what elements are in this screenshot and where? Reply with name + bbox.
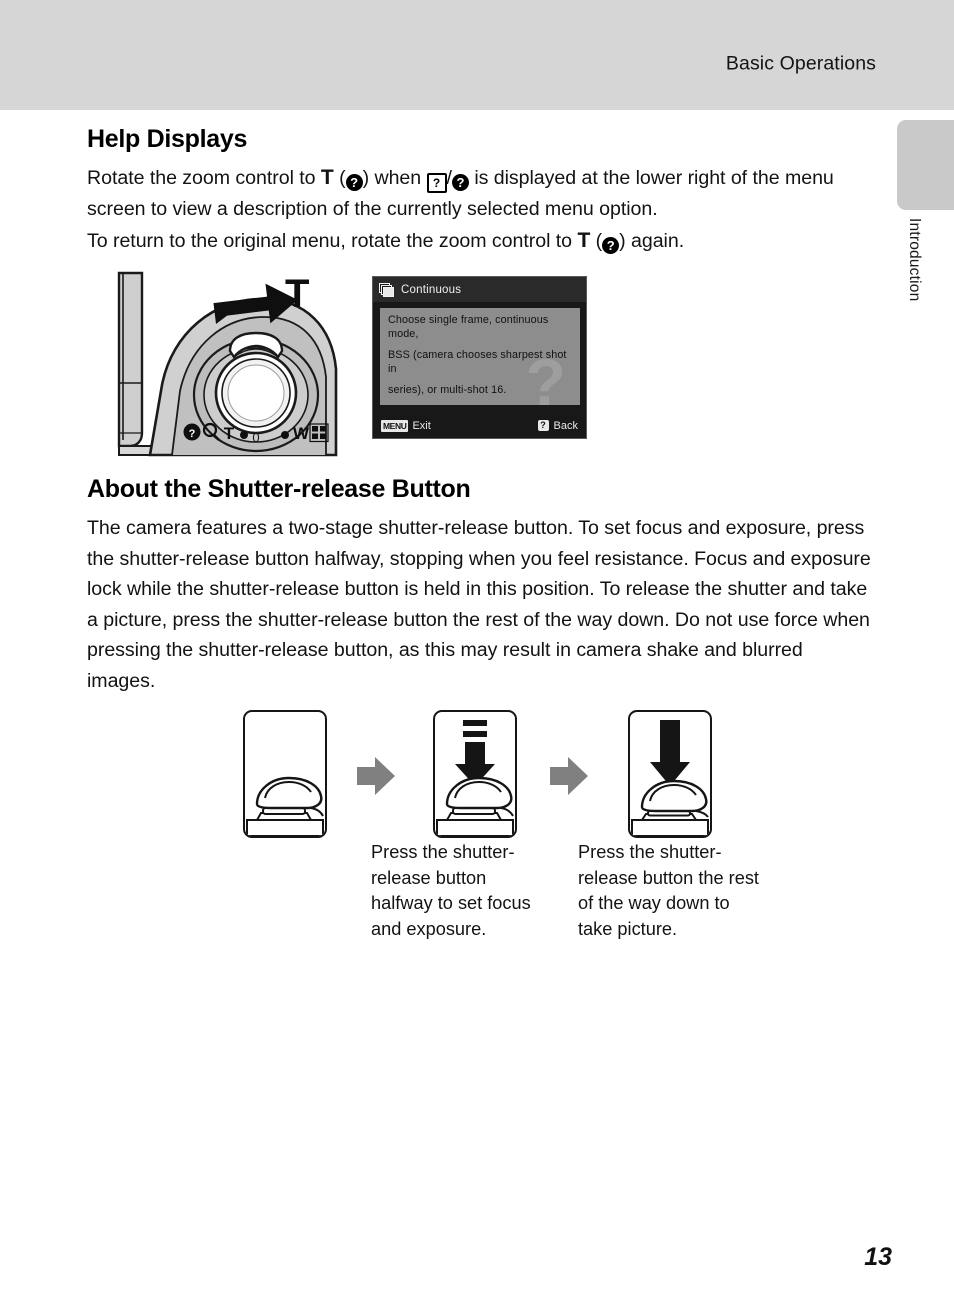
help-text-frag-4: is displayed at the lower right of	[468, 167, 748, 189]
panel-press-halfway	[433, 710, 517, 838]
side-tab-chapter-marker	[897, 120, 954, 210]
page-header-band: Basic Operations	[0, 0, 954, 110]
svg-text:0: 0	[252, 430, 259, 445]
svg-text:T: T	[224, 424, 235, 443]
paragraph-shutter-release-1: The camera features a two-stage shutter-…	[87, 517, 871, 692]
svg-text:?: ?	[189, 428, 196, 440]
help-text-frag-3: ) when	[362, 167, 427, 189]
caption-halfway-line-4: and exposure.	[371, 918, 487, 939]
help-question-circle-icon: ?	[345, 174, 363, 191]
caption-halfway-line-1: Press the shutter-	[371, 842, 515, 862]
help-question-circle-icon-3: ?	[602, 237, 620, 254]
zoom-control-t-label: T	[320, 166, 334, 189]
svg-text:W: W	[293, 424, 310, 443]
paragraph-help-displays-1: Rotate the zoom control to T (?) when ? /…	[87, 163, 862, 224]
question-button-badge: ?	[537, 420, 549, 431]
zoom-control-t-label-2: T	[577, 229, 591, 252]
lcd-menu-title: Continuous	[401, 283, 462, 296]
help-text-frag-1: Rotate the zoom control to	[87, 167, 321, 189]
lcd-exit-label: Exit	[412, 419, 431, 432]
help-p2-frag-1: To return to the original menu, rotate t…	[87, 230, 578, 252]
stacked-frames-icon	[379, 282, 395, 297]
caption-full-line-2: release button the rest	[578, 867, 759, 888]
caption-full-line-3: of the way down to	[578, 893, 730, 913]
help-p2-frag-3: ) again.	[619, 230, 685, 252]
lcd-question-watermark-icon: ?	[525, 345, 566, 419]
help-question-circle-icon-2: ?	[451, 174, 469, 191]
lcd-footer-bar: MENU Exit ? Back	[373, 413, 586, 438]
page-number: 13	[864, 1243, 892, 1271]
help-p2-frag-2: (	[590, 230, 603, 252]
camera-zoom-control-figure: 0 ? T W T	[110, 265, 340, 463]
shutter-press-sequence	[0, 705, 954, 845]
panel-press-full	[628, 710, 712, 838]
side-tab-label-introduction: Introduction	[906, 218, 923, 302]
help-text-frag-slash: /	[446, 167, 452, 189]
lcd-help-text-area: Choose single frame, continuous mode, BS…	[380, 308, 580, 415]
caption-full-line-1: Press the shutter-	[578, 842, 722, 862]
menu-button-badge: MENU	[381, 419, 409, 432]
panel-finger-resting	[243, 710, 327, 838]
caption-halfway-line-2: release button	[371, 867, 487, 888]
lcd-help-display-screenshot: Continuous Choose single frame, continuo…	[372, 276, 587, 439]
help-question-square-icon: ?	[426, 173, 447, 193]
lcd-titlebar: Continuous	[373, 277, 586, 302]
caption-halfway-line-3: halfway to set focus	[371, 893, 531, 913]
caption-full-line-4: take picture.	[578, 918, 678, 939]
heading-help-displays: Help Displays	[87, 125, 248, 153]
caption-press-full: Press the shutter- release button the re…	[578, 840, 788, 942]
heading-about-shutter-release-button: About the Shutter-release Button	[87, 475, 471, 503]
caption-press-halfway: Press the shutter- release button halfwa…	[371, 840, 556, 942]
paragraph-help-displays-2: To return to the original menu, rotate t…	[87, 226, 862, 257]
seq-arrow-right-1	[355, 753, 397, 799]
camera-figure-t-label: T	[285, 272, 309, 316]
help-text-frag-2: (	[333, 167, 346, 189]
lcd-footer-right-group: ? Back	[537, 419, 578, 432]
seq-arrow-right-2	[548, 753, 590, 799]
page-header-title: Basic Operations	[725, 52, 876, 75]
lcd-help-line-1: Choose single frame, continuous mode,	[388, 314, 549, 340]
lcd-back-label: Back	[553, 419, 578, 432]
